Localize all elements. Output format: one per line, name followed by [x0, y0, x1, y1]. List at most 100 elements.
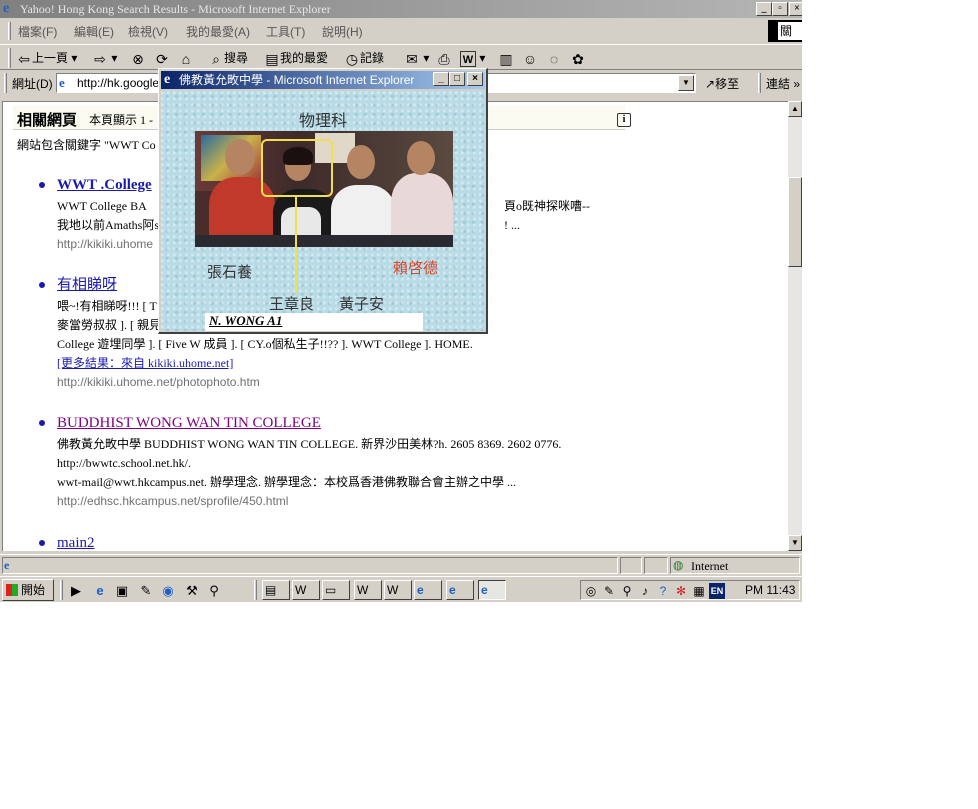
- media-icon[interactable]: ▶: [68, 583, 84, 599]
- go-button[interactable]: ↗移至: [705, 75, 739, 92]
- edit-word-button[interactable]: W ▾: [460, 48, 485, 68]
- tool-icon[interactable]: ⚒: [184, 583, 200, 599]
- language-indicator[interactable]: EN: [709, 583, 725, 599]
- favorites-label: 我的最愛: [280, 51, 329, 65]
- popup-minimize-button[interactable]: _: [433, 72, 449, 86]
- close-label-box: 關閉: [768, 20, 802, 42]
- mail-button[interactable]: ✉ ▾: [404, 48, 429, 68]
- person-head: [347, 145, 375, 179]
- close-button[interactable]: ×: [789, 2, 802, 16]
- minimize-button[interactable]: _: [756, 2, 772, 16]
- bullet-icon: [39, 182, 45, 188]
- back-button[interactable]: ⇦ 上一頁 ▾: [16, 48, 77, 68]
- antivirus-icon[interactable]: ✻: [673, 583, 689, 599]
- extra-button[interactable]: ✿: [570, 48, 586, 68]
- back-label: 上一頁: [32, 51, 69, 65]
- word-icon: W: [460, 50, 476, 67]
- display-icon[interactable]: ▦: [691, 583, 707, 599]
- result-link[interactable]: main2: [57, 534, 95, 551]
- ie-task-icon: e: [417, 583, 424, 597]
- taskbar: 開始 ▶ e ▣ ✎ ◉ ⚒ ⚲ ▤ W ▭ W W e e e ◎ ✎ ⚲ ♪…: [0, 576, 802, 602]
- links-button[interactable]: 連結 »: [766, 75, 800, 92]
- address-dropdown-button[interactable]: ▼: [678, 75, 694, 91]
- refresh-icon: ⟳: [156, 50, 168, 67]
- ie-quicklaunch-icon[interactable]: e: [92, 583, 108, 599]
- menu-view[interactable]: 檢視(V): [128, 23, 168, 40]
- menu-favorites[interactable]: 我的最愛(A): [186, 23, 250, 40]
- task-button[interactable]: ▭: [322, 580, 350, 600]
- result-snippet: http://bwwtc.school.net.hk/.: [57, 456, 191, 470]
- task-button[interactable]: e: [446, 580, 474, 600]
- scroll-up-button[interactable]: ▲: [788, 101, 802, 117]
- photo-heading: 物理科: [299, 113, 348, 130]
- menu-edit[interactable]: 編輯(E): [74, 23, 114, 40]
- ie-task-icon: e: [449, 583, 456, 597]
- popup-close-button[interactable]: ×: [467, 72, 483, 86]
- favorites-button[interactable]: ▤我的最愛: [264, 48, 328, 68]
- signature-strip: N. WONG A1: [205, 313, 423, 331]
- home-button[interactable]: ⌂: [178, 48, 194, 68]
- result-url: http://kikiki.uhome.net/photophoto.htm: [57, 375, 260, 389]
- task-button[interactable]: W: [384, 580, 412, 600]
- word-doc-icon: W: [357, 583, 369, 597]
- start-button[interactable]: 開始: [2, 579, 54, 601]
- status-bar: e ◍ Internet: [0, 554, 802, 574]
- forward-button[interactable]: ⇨ ▾: [92, 48, 117, 68]
- info-icon[interactable]: i: [617, 113, 631, 127]
- messenger-button[interactable]: ☺: [522, 48, 538, 68]
- document-icon: ▥: [499, 50, 513, 67]
- scroll-down-button[interactable]: ▼: [788, 535, 802, 551]
- pen-icon[interactable]: ✎: [601, 583, 617, 599]
- photo-floor: [195, 235, 453, 247]
- keyword-line: 網站包含關鍵字 "WWT Co: [17, 138, 156, 152]
- dropdown-arrow-icon: ▾: [479, 51, 486, 65]
- link-icon[interactable]: ⚲: [206, 583, 222, 599]
- task-button[interactable]: W: [354, 580, 382, 600]
- task-button[interactable]: ▤: [262, 580, 290, 600]
- scroll-thumb[interactable]: [788, 177, 802, 267]
- tasks-grip: [254, 580, 257, 600]
- ie-icon: e: [3, 1, 10, 16]
- popup-title: 佛教黃允畋中學 - Microsoft Internet Explorer: [179, 73, 415, 87]
- volume-icon[interactable]: ♪: [637, 583, 653, 599]
- system-tray: ◎ ✎ ⚲ ♪ ? ✻ ▦ EN PM 11:43: [580, 580, 800, 600]
- result-snippet-tail: ! ...: [504, 218, 520, 232]
- help-icon[interactable]: ?: [655, 583, 671, 599]
- outlook-icon[interactable]: ✎: [138, 583, 154, 599]
- eye-icon[interactable]: ◉: [160, 583, 176, 599]
- desktop-icon[interactable]: ▣: [114, 583, 130, 599]
- menu-file[interactable]: 檔案(F): [18, 23, 57, 40]
- result-snippet: 喂~!有相睇呀!!! [ T: [57, 299, 157, 313]
- task-button-active[interactable]: e: [478, 580, 506, 600]
- discuss-button[interactable]: ▥: [498, 48, 514, 68]
- chat-button[interactable]: ◌: [546, 48, 562, 68]
- ie-main-window: e Yahoo! Hong Kong Search Results - Micr…: [0, 0, 802, 602]
- result-link[interactable]: WWT .College: [57, 176, 152, 195]
- refresh-button[interactable]: ⟳: [154, 48, 170, 68]
- chat-icon: ◌: [549, 50, 559, 67]
- stop-button[interactable]: ⊗: [130, 48, 146, 68]
- highlight-pointer-line: [295, 197, 297, 293]
- menu-bar: 檔案(F) 編輯(E) 檢視(V) 我的最愛(A) 工具(T) 說明(H) 關閉: [0, 20, 802, 42]
- menu-tools[interactable]: 工具(T): [266, 23, 305, 40]
- network-icon[interactable]: ◎: [583, 583, 599, 599]
- history-button[interactable]: ◷ 記錄: [344, 48, 384, 68]
- more-results-link[interactable]: [更多結果：來自 kikiki.uhome.net]: [57, 354, 233, 373]
- search-button[interactable]: ⌕ 搜尋: [208, 48, 248, 68]
- connection-icon[interactable]: ⚲: [619, 583, 635, 599]
- popup-window: e 佛教黃允畋中學 - Microsoft Internet Explorer …: [158, 68, 488, 334]
- print-button[interactable]: ⎙: [436, 48, 452, 68]
- result-link[interactable]: 有相睇呀: [57, 276, 117, 295]
- task-button[interactable]: W: [292, 580, 320, 600]
- address-value: http://hk.google.: [77, 76, 163, 90]
- menu-help[interactable]: 說明(H): [322, 23, 363, 40]
- forward-arrow-icon: ⇨: [94, 50, 106, 67]
- stop-icon: ⊗: [132, 50, 144, 67]
- highlight-box: [261, 139, 333, 197]
- result-link[interactable]: BUDDHIST WONG WAN TIN COLLEGE: [57, 414, 321, 433]
- restore-button[interactable]: ▫: [772, 2, 788, 16]
- task-button[interactable]: e: [414, 580, 442, 600]
- popup-maximize-button[interactable]: □: [449, 72, 465, 86]
- menu-grip: [8, 22, 11, 40]
- vertical-scrollbar[interactable]: ▲ ▼: [788, 101, 802, 551]
